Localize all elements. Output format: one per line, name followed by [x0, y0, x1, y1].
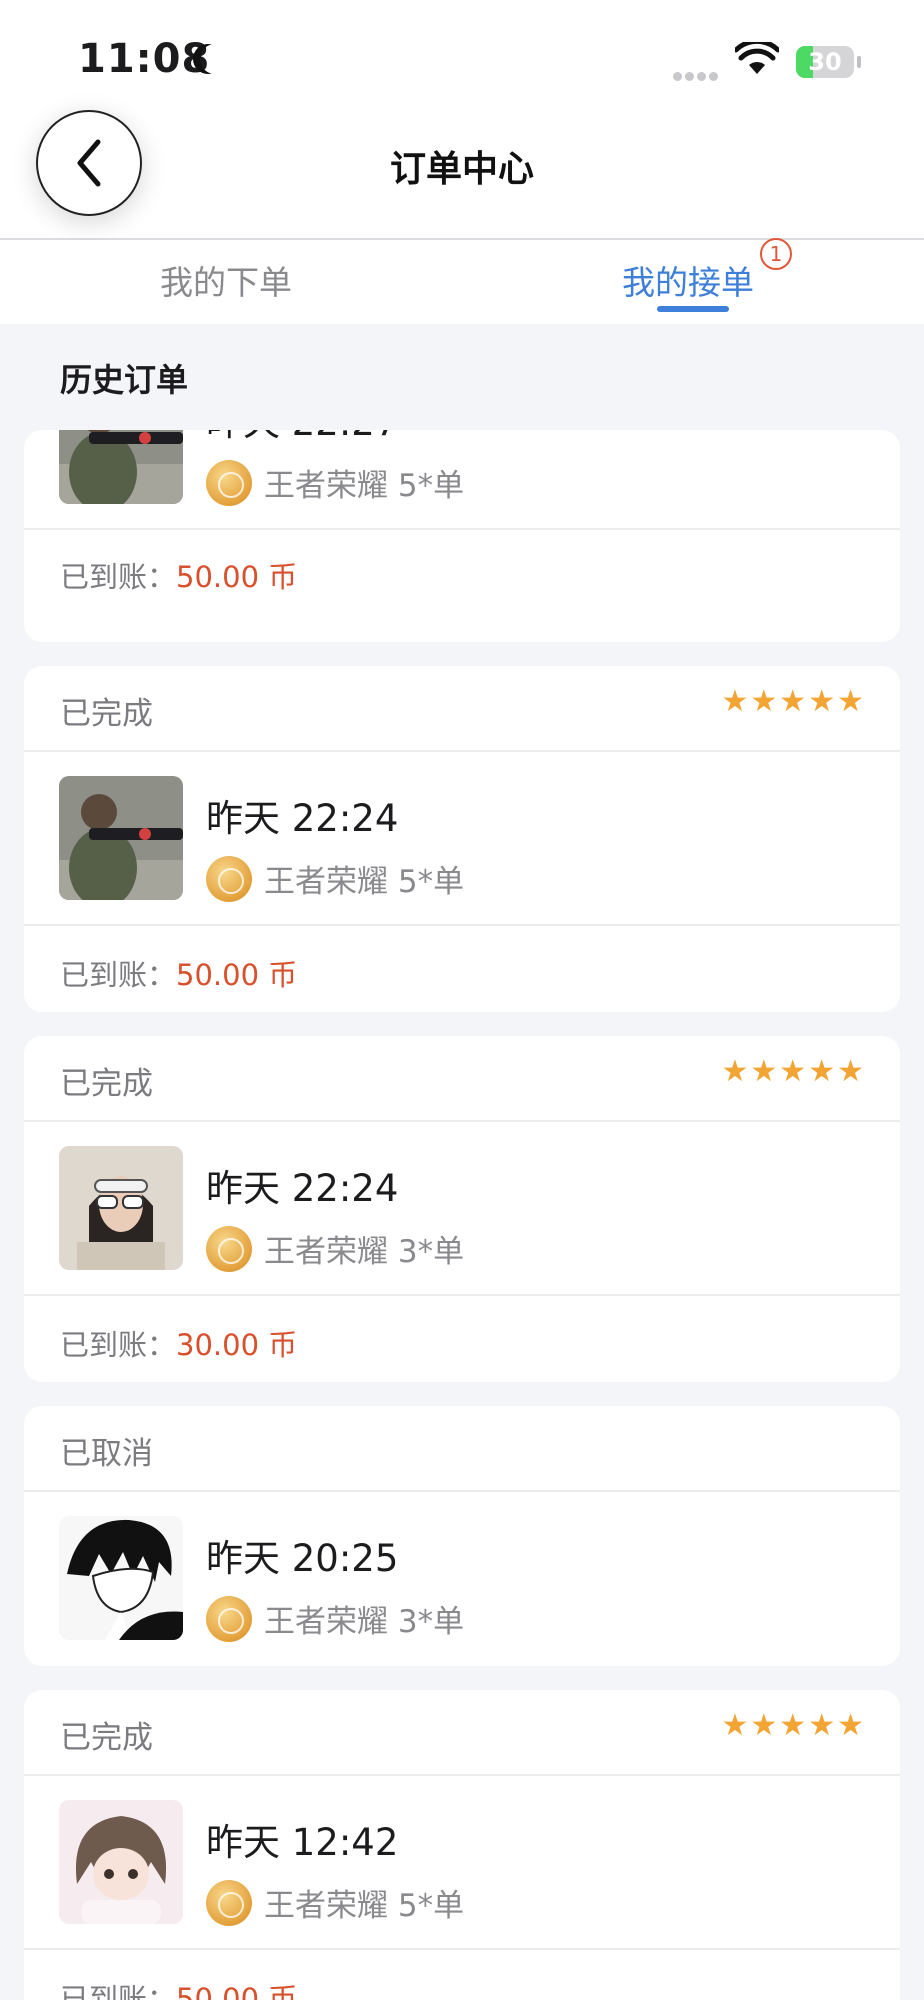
battery-percent: 30: [808, 48, 842, 76]
amount-value: 50.00 币: [176, 958, 298, 992]
order-card[interactable]: 已完成 ★★★★★ 昨天 22:24 王者荣耀 5*单 已到账：50.00 币: [24, 666, 900, 1012]
order-time: 昨天 22:24: [206, 797, 399, 840]
battery-cap: [857, 56, 861, 68]
avatar: [59, 1146, 183, 1270]
order-amount: 已到账：50.00 币: [60, 1976, 297, 2000]
avatar: [59, 1800, 183, 1924]
order-amount: 已到账：30.00 币: [60, 1328, 298, 1362]
battery-icon: 30: [796, 46, 854, 78]
game-coin-icon: [206, 856, 252, 902]
amount-value: 30.00 币: [176, 1328, 298, 1362]
rating-stars: ★★★★★: [721, 1054, 866, 1089]
order-status: 已取消: [60, 1436, 153, 1472]
order-time: 昨天 20:25: [206, 1537, 399, 1580]
amount-value: 50.00 币: [176, 1982, 298, 2000]
order-card[interactable]: 昨天 22:27 王者荣耀 5*单 已到账：50.00 币: [24, 430, 900, 642]
avatar: [59, 776, 183, 900]
amount-value: 50.00 币: [176, 560, 298, 594]
order-header: 已取消: [24, 1406, 900, 1492]
order-row: 昨天 22:24 王者荣耀 5*单: [24, 752, 900, 926]
order-status: 已完成: [60, 696, 153, 732]
cellular-signal-icon: [673, 66, 721, 85]
game-coin-icon: [206, 1596, 252, 1642]
page-title: 订单中心: [389, 149, 534, 190]
order-time: 昨天 22:24: [206, 1167, 399, 1210]
game-coin-icon: [206, 1880, 252, 1926]
section-title: 历史订单: [60, 361, 189, 399]
rating-stars: ★★★★★: [721, 1708, 866, 1743]
wifi-icon: [735, 42, 779, 74]
order-game: 王者荣耀 5*单: [264, 864, 465, 900]
order-card[interactable]: 已完成 ★★★★★ 昨天 12:42 王者荣耀 5*单 已到账：50.00 币: [24, 1690, 900, 2000]
order-header: 已完成 ★★★★★: [24, 1690, 900, 1776]
tab-my-accepted[interactable]: 我的接单: [622, 256, 754, 304]
order-row: 昨天 12:42 王者荣耀 5*单: [24, 1776, 900, 1950]
order-game: 王者荣耀 5*单: [264, 468, 465, 504]
game-coin-icon: [206, 1226, 252, 1272]
nav-bar: 订单中心: [0, 100, 924, 240]
order-amount: 已到账：50.00 币: [60, 560, 298, 594]
order-row: 昨天 22:24 王者荣耀 3*单: [24, 1122, 900, 1296]
order-row: 昨天 20:25 王者荣耀 3*单: [24, 1492, 900, 1666]
tab-my-orders[interactable]: 我的下单: [160, 256, 292, 304]
order-game: 王者荣耀 3*单: [264, 1234, 465, 1270]
order-time: 昨天 12:42: [206, 1821, 399, 1864]
order-game: 王者荣耀 3*单: [264, 1604, 465, 1640]
status-time: 11:08: [78, 36, 211, 82]
order-time: 昨天 22:27: [206, 430, 398, 446]
order-card[interactable]: 已完成 ★★★★★ 昨天 22:24 王者荣耀 3*单 已到账：30.00 币: [24, 1036, 900, 1382]
order-card[interactable]: 已取消 昨天 20:25 王者荣耀 3*单: [24, 1406, 900, 1666]
avatar: [59, 430, 183, 504]
active-tab-indicator: [657, 306, 729, 312]
order-status: 已完成: [60, 1720, 153, 1756]
moon-icon: [200, 44, 230, 74]
order-header: 已完成 ★★★★★: [24, 1036, 900, 1122]
avatar: [59, 1516, 183, 1640]
order-row: 昨天 22:27 王者荣耀 5*单: [24, 430, 900, 530]
order-game: 王者荣耀 5*单: [264, 1888, 465, 1924]
order-amount: 已到账：50.00 币: [60, 958, 298, 992]
game-coin-icon: [206, 460, 252, 506]
tab-badge: 1: [760, 238, 792, 270]
order-status: 已完成: [60, 1066, 153, 1102]
order-header: 已完成 ★★★★★: [24, 666, 900, 752]
rating-stars: ★★★★★: [721, 684, 866, 719]
